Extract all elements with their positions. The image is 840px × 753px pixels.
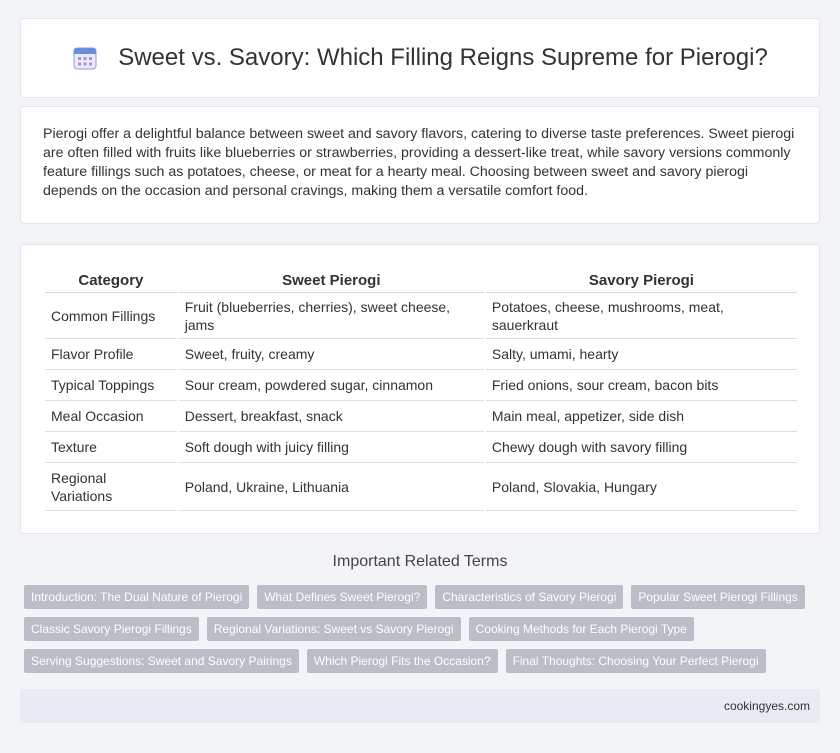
footer-site-link[interactable]: cookingyes.com (724, 699, 810, 713)
footer: cookingyes.com (20, 689, 820, 723)
table-row: Typical Toppings Sour cream, powdered su… (45, 370, 797, 401)
table-row: Texture Soft dough with juicy filling Ch… (45, 432, 797, 463)
table-cell: Poland, Ukraine, Lithuania (178, 463, 484, 511)
table-cell: Dessert, breakfast, snack (178, 401, 484, 432)
related-terms-section: Important Related Terms Introduction: Th… (20, 553, 820, 673)
related-term-tag[interactable]: Serving Suggestions: Sweet and Savory Pa… (24, 649, 299, 673)
table-cell: Sweet, fruity, creamy (178, 339, 484, 370)
related-terms-tags: Introduction: The Dual Nature of Pierogi… (20, 585, 820, 673)
table-cell: Regional Variations (45, 463, 177, 511)
related-term-tag[interactable]: What Defines Sweet Pierogi? (257, 585, 428, 609)
calendar-icon (73, 47, 97, 70)
related-term-tag[interactable]: Characteristics of Savory Pierogi (435, 585, 624, 609)
table-row: Meal Occasion Dessert, breakfast, snack … (45, 401, 797, 432)
related-term-tag[interactable]: Cooking Methods for Each Pierogi Type (468, 617, 694, 641)
table-row: Regional Variations Poland, Ukraine, Lit… (45, 463, 797, 511)
page-title: Sweet vs. Savory: Which Filling Reigns S… (118, 44, 768, 71)
table-cell: Flavor Profile (45, 339, 177, 370)
comparison-table-card: Category Sweet Pierogi Savory Pierogi Co… (20, 244, 820, 534)
table-cell: Potatoes, cheese, mushrooms, meat, sauer… (485, 293, 797, 339)
table-cell: Common Fillings (45, 293, 177, 339)
column-header-category: Category (45, 263, 177, 293)
related-term-tag[interactable]: Final Thoughts: Choosing Your Perfect Pi… (505, 649, 766, 673)
table-row: Flavor Profile Sweet, fruity, creamy Sal… (45, 339, 797, 370)
table-cell: Meal Occasion (45, 401, 177, 432)
table-cell: Main meal, appetizer, side dish (485, 401, 797, 432)
related-term-tag[interactable]: Introduction: The Dual Nature of Pierogi (24, 585, 250, 609)
intro-card: Pierogi offer a delightful balance betwe… (20, 106, 820, 224)
header-card: Sweet vs. Savory: Which Filling Reigns S… (20, 18, 820, 98)
related-term-tag[interactable]: Popular Sweet Pierogi Fillings (631, 585, 805, 609)
table-row: Common Fillings Fruit (blueberries, cher… (45, 293, 797, 339)
table-cell: Poland, Slovakia, Hungary (485, 463, 797, 511)
table-cell: Soft dough with juicy filling (178, 432, 484, 463)
table-cell: Fried onions, sour cream, bacon bits (485, 370, 797, 401)
table-cell: Fruit (blueberries, cherries), sweet che… (178, 293, 484, 339)
table-cell: Sour cream, powdered sugar, cinnamon (178, 370, 484, 401)
intro-paragraph: Pierogi offer a delightful balance betwe… (43, 126, 795, 199)
related-term-tag[interactable]: Classic Savory Pierogi Fillings (24, 617, 199, 641)
table-cell: Chewy dough with savory filling (485, 432, 797, 463)
comparison-table: Category Sweet Pierogi Savory Pierogi Co… (43, 263, 799, 511)
table-header-row: Category Sweet Pierogi Savory Pierogi (45, 263, 797, 293)
related-term-tag[interactable]: Regional Variations: Sweet vs Savory Pie… (206, 617, 461, 641)
related-terms-heading: Important Related Terms (332, 553, 508, 570)
related-term-tag[interactable]: Which Pierogi Fits the Occasion? (306, 649, 498, 673)
table-cell: Typical Toppings (45, 370, 177, 401)
column-header-savory: Savory Pierogi (485, 263, 797, 293)
table-cell: Texture (45, 432, 177, 463)
table-cell: Salty, umami, hearty (485, 339, 797, 370)
column-header-sweet: Sweet Pierogi (178, 263, 484, 293)
